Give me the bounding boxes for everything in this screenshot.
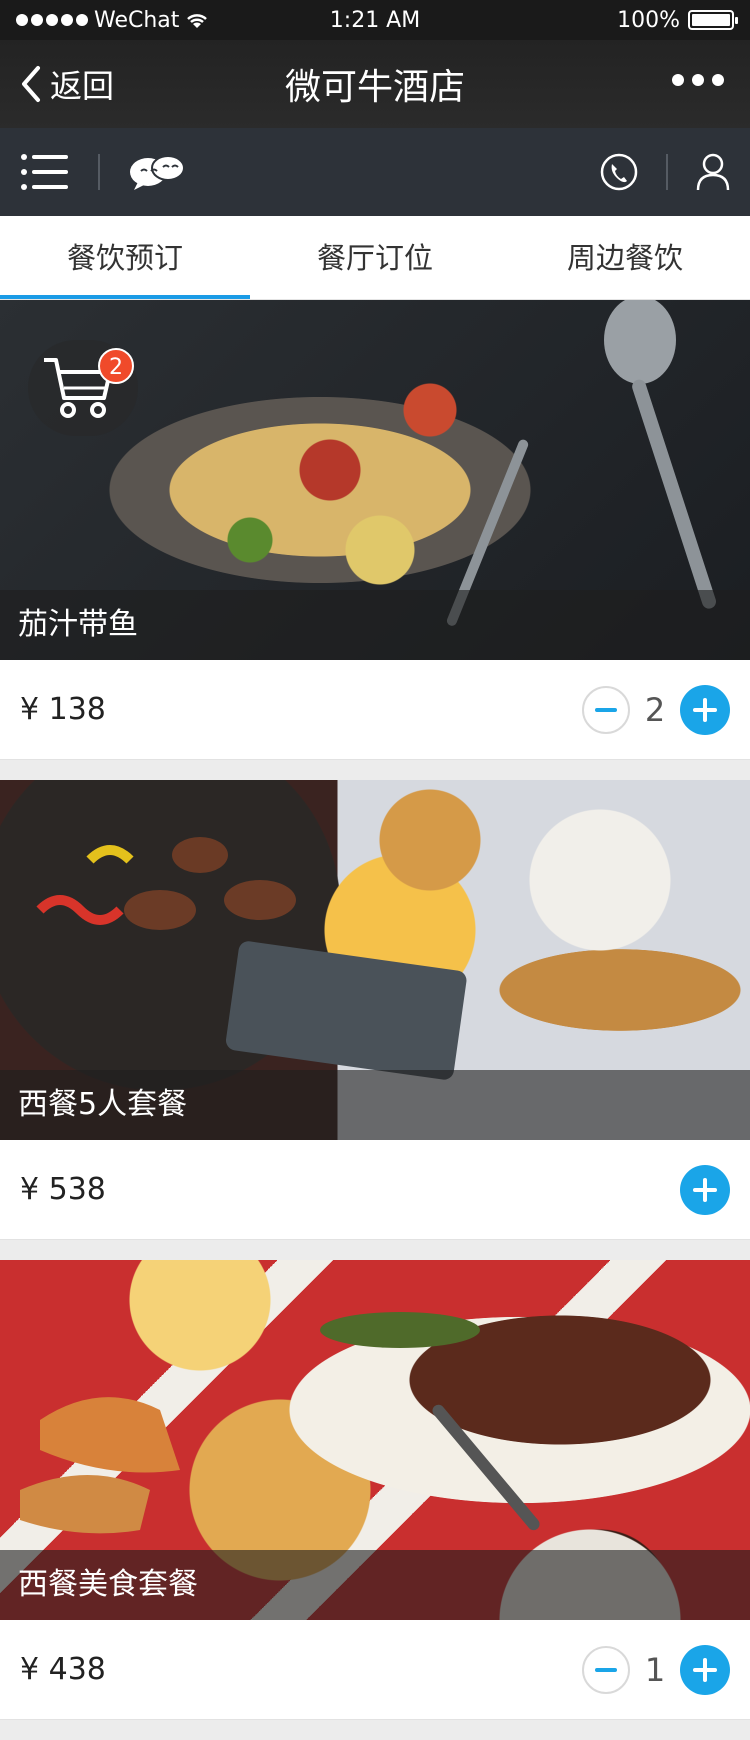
decrease-button[interactable] [582, 685, 630, 734]
wifi-icon [187, 14, 208, 28]
price-row: ¥ 138 2 [0, 660, 750, 760]
tab-nearby-dining[interactable]: 周边餐饮 [500, 216, 750, 299]
toolbar [0, 128, 750, 216]
list-item: 西餐5人套餐 ¥ 538 [0, 780, 750, 1240]
phone-icon[interactable] [600, 153, 638, 191]
cart-count-badge: 2 [98, 348, 134, 384]
more-icon[interactable] [672, 74, 724, 86]
increase-button[interactable] [680, 684, 730, 735]
menu-list-icon[interactable] [20, 152, 70, 192]
dish-price: ¥ 138 [20, 692, 106, 727]
dish-name: 茄汁带鱼 [0, 590, 750, 660]
price-row: ¥ 438 1 [0, 1620, 750, 1720]
increase-button[interactable] [680, 1164, 730, 1215]
carrier-label: WeChat [94, 7, 180, 33]
increase-button[interactable] [680, 1644, 730, 1695]
tab-table-reservation[interactable]: 餐厅订位 [250, 216, 500, 299]
battery-percent: 100% [617, 7, 680, 33]
dish-price: ¥ 538 [20, 1172, 106, 1207]
signal-dots-icon [16, 14, 88, 26]
dish-image[interactable]: 西餐5人套餐 [0, 780, 750, 1140]
back-chevron-icon [22, 66, 40, 102]
quantity-stepper: 1 [582, 1644, 730, 1695]
price-row: ¥ 538 [0, 1140, 750, 1240]
tab-food-booking[interactable]: 餐饮预订 [0, 216, 250, 299]
decrease-button[interactable] [582, 1645, 630, 1694]
tab-bar: 餐饮预订 餐厅订位 周边餐饮 [0, 216, 750, 300]
screen: WeChat 1:21 AM 100% 返回 微可牛酒店 餐饮预订 餐厅订位 周… [0, 0, 750, 1740]
status-bar: WeChat 1:21 AM 100% [0, 0, 750, 40]
chat-bubbles-icon[interactable] [128, 152, 186, 192]
back-label: 返回 [50, 67, 115, 105]
user-icon[interactable] [696, 153, 730, 191]
dish-price: ¥ 438 [20, 1652, 106, 1687]
quantity-stepper: 2 [582, 684, 730, 735]
list-item: 西餐美食套餐 ¥ 438 1 [0, 1260, 750, 1720]
dish-name: 西餐美食套餐 [0, 1550, 750, 1620]
toolbar-divider [98, 154, 100, 190]
battery-icon [688, 10, 738, 30]
dish-image[interactable]: 西餐美食套餐 [0, 1260, 750, 1620]
nav-bar: 返回 微可牛酒店 [0, 40, 750, 128]
back-button[interactable]: 返回 [18, 40, 114, 128]
cart-button[interactable]: 2 [28, 340, 138, 436]
toolbar-divider [666, 154, 668, 190]
dish-name: 西餐5人套餐 [0, 1070, 750, 1140]
quantity-value: 2 [644, 690, 666, 729]
quantity-value: 1 [644, 1650, 666, 1689]
quantity-stepper [680, 1164, 730, 1215]
